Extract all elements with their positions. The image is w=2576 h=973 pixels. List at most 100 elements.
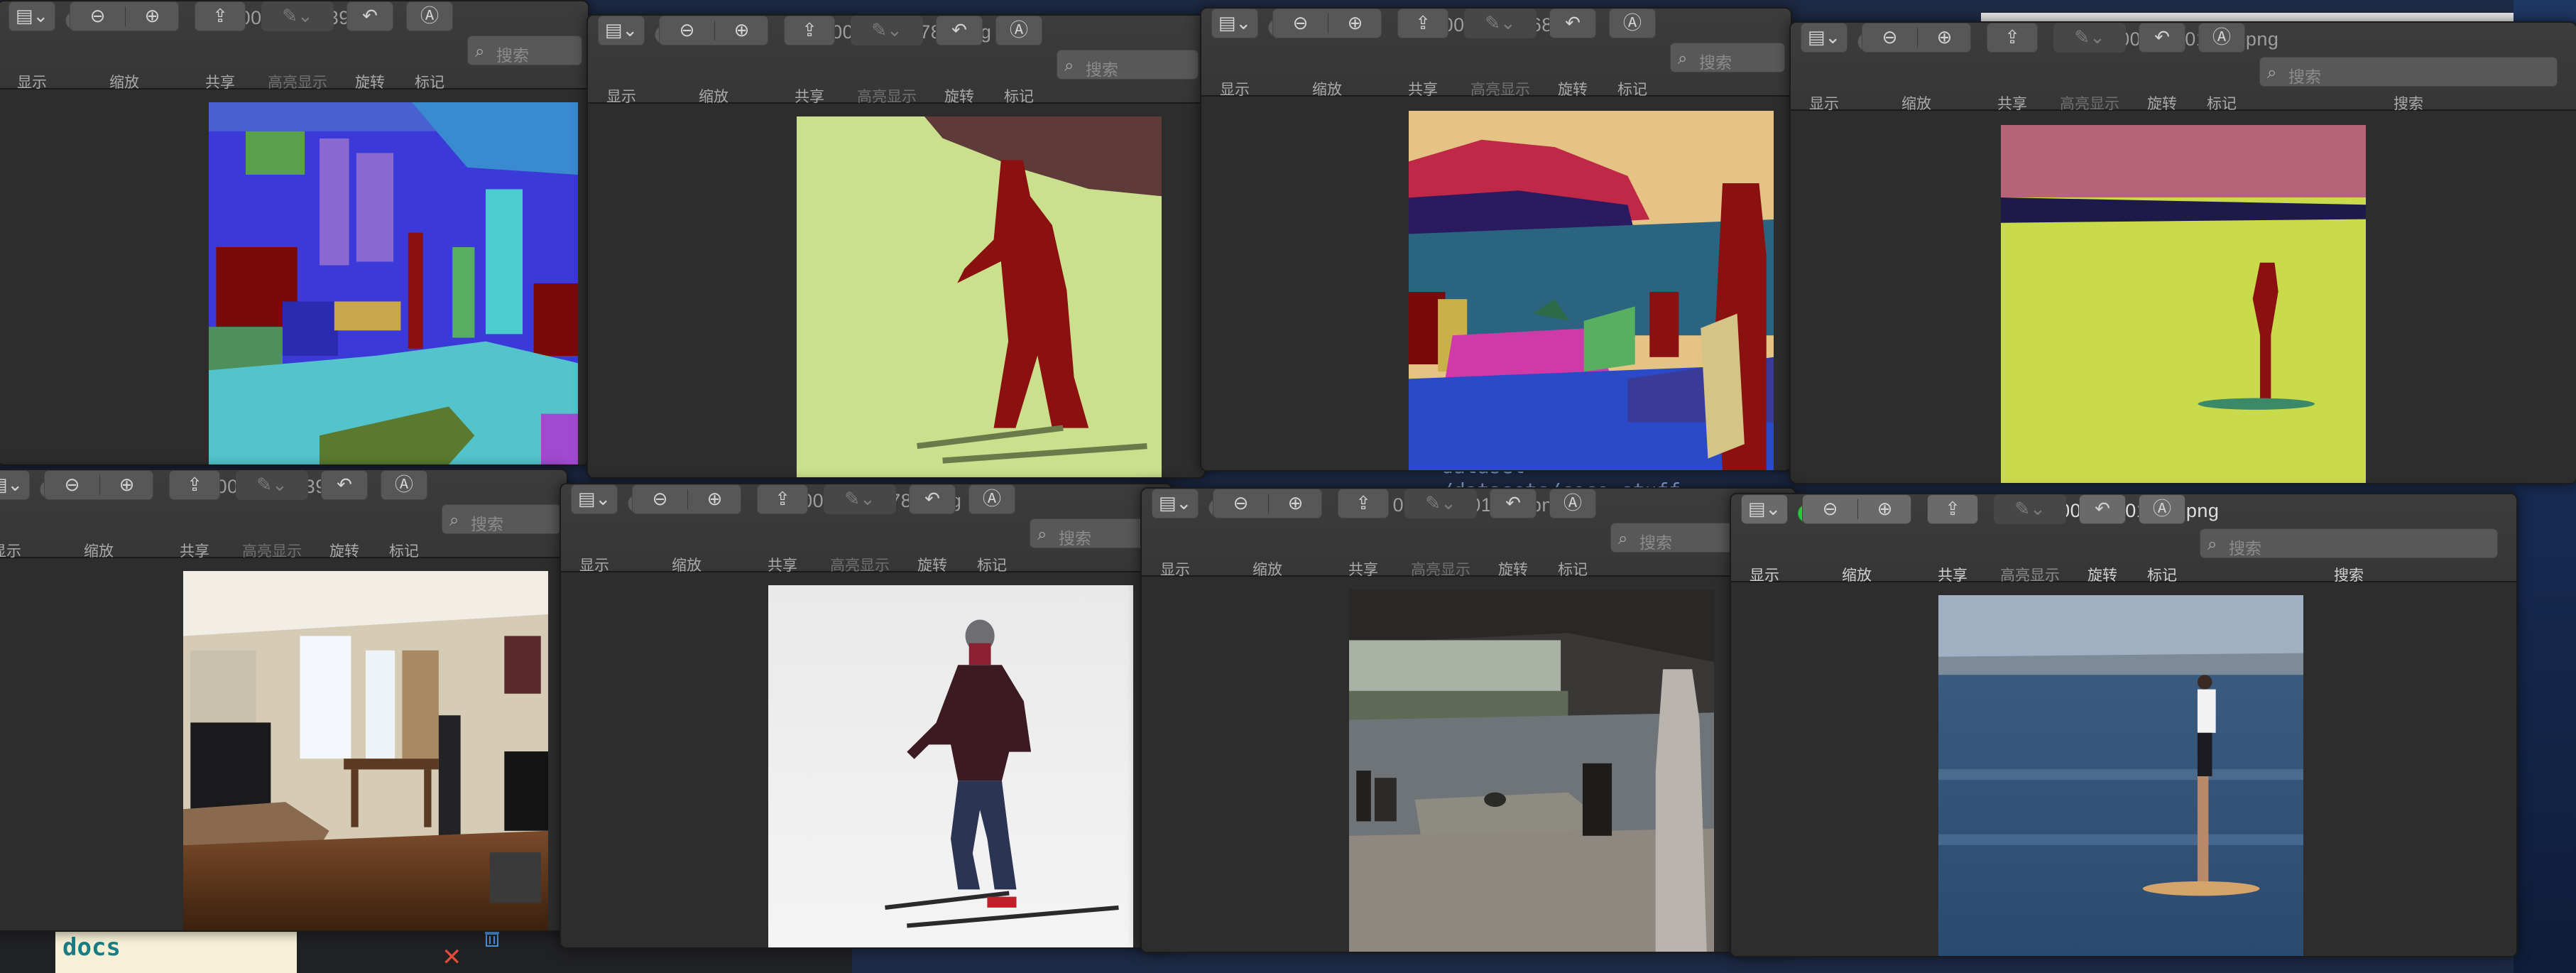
- titlebar[interactable]: 000000000139.png ▤⌄ 显示 ⊖ ⊕ 缩放 ⇪ 共享 ✎⌄ 高亮…: [0, 470, 567, 560]
- zoom-out-icon[interactable]: ⊖: [1803, 498, 1857, 521]
- zoom-out-icon[interactable]: ⊖: [1213, 492, 1268, 515]
- zoom-out-icon[interactable]: ⊖: [660, 19, 714, 42]
- close-icon[interactable]: ✕: [442, 943, 462, 972]
- zoom-out-icon[interactable]: ⊖: [633, 488, 687, 511]
- titlebar[interactable]: 000000000139.png ▤⌄ 显示 ⊖ ⊕ 缩放 ⇪ 共享 ✎⌄ 高亮…: [0, 1, 588, 91]
- sidebar-toggle-button[interactable]: ▤⌄: [1211, 9, 1258, 38]
- zoom-in-icon[interactable]: ⊕: [1268, 492, 1323, 515]
- share-button[interactable]: ⇪: [169, 470, 220, 500]
- titlebar[interactable]: 000000001268.png ▤⌄ 显示 ⊖ ⊕ 缩放 ⇪ 共享 ✎⌄ 高亮…: [1201, 9, 1791, 98]
- sidebar-toggle-button[interactable]: ▤⌄: [1152, 489, 1199, 518]
- search-icon: ⌕: [1618, 528, 1628, 548]
- sidebar-toggle-button[interactable]: ▤⌄: [571, 484, 618, 514]
- zoom-in-icon[interactable]: ⊕: [1857, 498, 1912, 521]
- preview-window-4[interactable]: 000000001490.png ▤⌄ 显示 ⊖ ⊕ 缩放 ⇪ 共享 ✎⌄ 高亮…: [1789, 21, 2576, 484]
- preview-window-2[interactable]: 000000000785.png ▤⌄ 显示 ⊖ ⊕ 缩放 ⇪ 共享 ✎⌄ 高亮…: [586, 14, 1206, 479]
- zoom-segment[interactable]: ⊖ ⊕: [632, 484, 741, 514]
- rotate-button[interactable]: ↶: [2079, 494, 2126, 524]
- sidebar-icon: ▤⌄: [577, 489, 611, 510]
- highlight-button[interactable]: ✎⌄: [2053, 23, 2126, 53]
- rotate-button[interactable]: ↶: [909, 484, 956, 514]
- zoom-segment[interactable]: ⊖ ⊕: [70, 1, 179, 31]
- search-field[interactable]: ⌕ 搜索: [1670, 43, 1785, 72]
- highlight-button[interactable]: ✎⌄: [1464, 9, 1537, 38]
- markup-button[interactable]: Ⓐ: [2198, 23, 2245, 53]
- highlight-button[interactable]: ✎⌄: [1404, 489, 1477, 518]
- sidebar-toggle-button[interactable]: ▤⌄: [598, 16, 645, 45]
- zoom-segment[interactable]: ⊖ ⊕: [1802, 494, 1911, 524]
- zoom-in-icon[interactable]: ⊕: [1917, 26, 1972, 49]
- share-button[interactable]: ⇪: [195, 1, 246, 31]
- markup-icon: Ⓐ: [2212, 27, 2231, 48]
- zoom-segment[interactable]: ⊖ ⊕: [44, 470, 153, 500]
- rotate-icon: ↶: [2095, 499, 2110, 520]
- preview-window-8[interactable]: 000000001490.png ▤⌄ 显示 ⊖ ⊕ 缩放 ⇪ 共享 ✎⌄ 高亮…: [1730, 493, 2518, 957]
- highlight-button[interactable]: ✎⌄: [1994, 494, 2066, 524]
- zoom-in-icon[interactable]: ⊕: [99, 474, 154, 496]
- search-field[interactable]: ⌕ 搜索: [442, 504, 561, 534]
- preview-window-7[interactable]: 000000001268.png ▤⌄ 显示 ⊖ ⊕ 缩放 ⇪ 共享 ✎⌄ 高亮…: [1140, 487, 1796, 953]
- share-button[interactable]: ⇪: [784, 16, 835, 45]
- titlebar[interactable]: 000000001268.png ▤⌄ 显示 ⊖ ⊕ 缩放 ⇪ 共享 ✎⌄ 高亮…: [1142, 489, 1795, 578]
- sidebar-toggle-button[interactable]: ▤⌄: [9, 1, 55, 31]
- titlebar[interactable]: 000000001490.png ▤⌄ 显示 ⊖ ⊕ 缩放 ⇪ 共享 ✎⌄ 高亮…: [1791, 23, 2576, 112]
- markup-icon: Ⓐ: [1563, 493, 1582, 514]
- titlebar[interactable]: 000000000785.png ▤⌄ 显示 ⊖ ⊕ 缩放 ⇪ 共享 ✎⌄ 高亮…: [588, 16, 1204, 105]
- sidebar-toggle-button[interactable]: ▤⌄: [0, 470, 30, 500]
- zoom-segment[interactable]: ⊖ ⊕: [1213, 489, 1322, 518]
- zoom-out-icon[interactable]: ⊖: [45, 474, 99, 496]
- preview-window-5[interactable]: 000000000139.png ▤⌄ 显示 ⊖ ⊕ 缩放 ⇪ 共享 ✎⌄ 高亮…: [0, 469, 568, 932]
- sidebar-icon: ▤⌄: [1218, 13, 1252, 34]
- zoom-in-icon[interactable]: ⊕: [125, 5, 180, 28]
- markup-button[interactable]: Ⓐ: [1609, 9, 1656, 38]
- markup-button[interactable]: Ⓐ: [968, 484, 1015, 514]
- search-placeholder: 搜索: [2229, 539, 2261, 558]
- share-button[interactable]: ⇪: [1338, 489, 1389, 518]
- search-field[interactable]: ⌕ 搜索: [2200, 528, 2498, 558]
- preview-window-1[interactable]: 000000000139.png ▤⌄ 显示 ⊖ ⊕ 缩放 ⇪ 共享 ✎⌄ 高亮…: [0, 0, 589, 466]
- zoom-segment[interactable]: ⊖ ⊕: [1272, 9, 1382, 38]
- zoom-segment[interactable]: ⊖ ⊕: [1862, 23, 1971, 53]
- zoom-out-icon[interactable]: ⊖: [70, 5, 125, 28]
- titlebar[interactable]: 000000000785.png ▤⌄ 显示 ⊖ ⊕ 缩放 ⇪ 共享 ✎⌄ 高亮…: [561, 484, 1172, 574]
- highlight-button[interactable]: ✎⌄: [851, 16, 923, 45]
- rotate-button[interactable]: ↶: [346, 1, 393, 31]
- rotate-button[interactable]: ↶: [1549, 9, 1596, 38]
- highlight-button[interactable]: ✎⌄: [236, 470, 308, 500]
- highlight-button[interactable]: ✎⌄: [261, 1, 334, 31]
- share-button[interactable]: ⇪: [1397, 9, 1448, 38]
- zoom-in-icon[interactable]: ⊕: [714, 19, 769, 42]
- zoom-in-icon[interactable]: ⊕: [1328, 12, 1382, 35]
- preview-window-6[interactable]: 000000000785.png ▤⌄ 显示 ⊖ ⊕ 缩放 ⇪ 共享 ✎⌄ 高亮…: [560, 483, 1173, 949]
- zoom-in-icon[interactable]: ⊕: [687, 488, 742, 511]
- search-field[interactable]: ⌕ 搜索: [2259, 57, 2558, 87]
- share-button[interactable]: ⇪: [1987, 23, 2038, 53]
- markup-button[interactable]: Ⓐ: [2139, 494, 2185, 524]
- rotate-icon: ↶: [924, 489, 940, 510]
- rotate-button[interactable]: ↶: [321, 470, 368, 500]
- share-button[interactable]: ⇪: [1927, 494, 1978, 524]
- rotate-button[interactable]: ↶: [936, 16, 983, 45]
- search-placeholder: 搜索: [1639, 533, 1672, 552]
- search-icon: ⌕: [449, 510, 459, 530]
- search-field[interactable]: ⌕ 搜索: [1057, 50, 1199, 80]
- markup-button[interactable]: Ⓐ: [1549, 489, 1596, 518]
- highlight-button[interactable]: ✎⌄: [824, 484, 896, 514]
- markup-button[interactable]: Ⓐ: [381, 470, 427, 500]
- zoom-out-icon[interactable]: ⊖: [1862, 26, 1917, 49]
- rotate-icon: ↶: [337, 474, 352, 496]
- zoom-out-icon[interactable]: ⊖: [1273, 12, 1328, 35]
- share-button[interactable]: ⇪: [757, 484, 808, 514]
- rotate-button[interactable]: ↶: [1490, 489, 1537, 518]
- zoom-segment[interactable]: ⊖ ⊕: [659, 16, 768, 45]
- markup-button[interactable]: Ⓐ: [995, 16, 1042, 45]
- markup-button[interactable]: Ⓐ: [406, 1, 453, 31]
- sidebar-toggle-button[interactable]: ▤⌄: [1801, 23, 1848, 53]
- image-canvas: [561, 572, 1172, 947]
- titlebar[interactable]: 000000001490.png ▤⌄ 显示 ⊖ ⊕ 缩放 ⇪ 共享 ✎⌄ 高亮…: [1731, 494, 2516, 584]
- sidebar-toggle-button[interactable]: ▤⌄: [1741, 494, 1788, 524]
- search-field[interactable]: ⌕ 搜索: [467, 36, 582, 65]
- preview-window-3[interactable]: 000000001268.png ▤⌄ 显示 ⊖ ⊕ 缩放 ⇪ 共享 ✎⌄ 高亮…: [1200, 7, 1792, 472]
- sidebar-icon: ▤⌄: [1747, 499, 1781, 520]
- rotate-button[interactable]: ↶: [2139, 23, 2185, 53]
